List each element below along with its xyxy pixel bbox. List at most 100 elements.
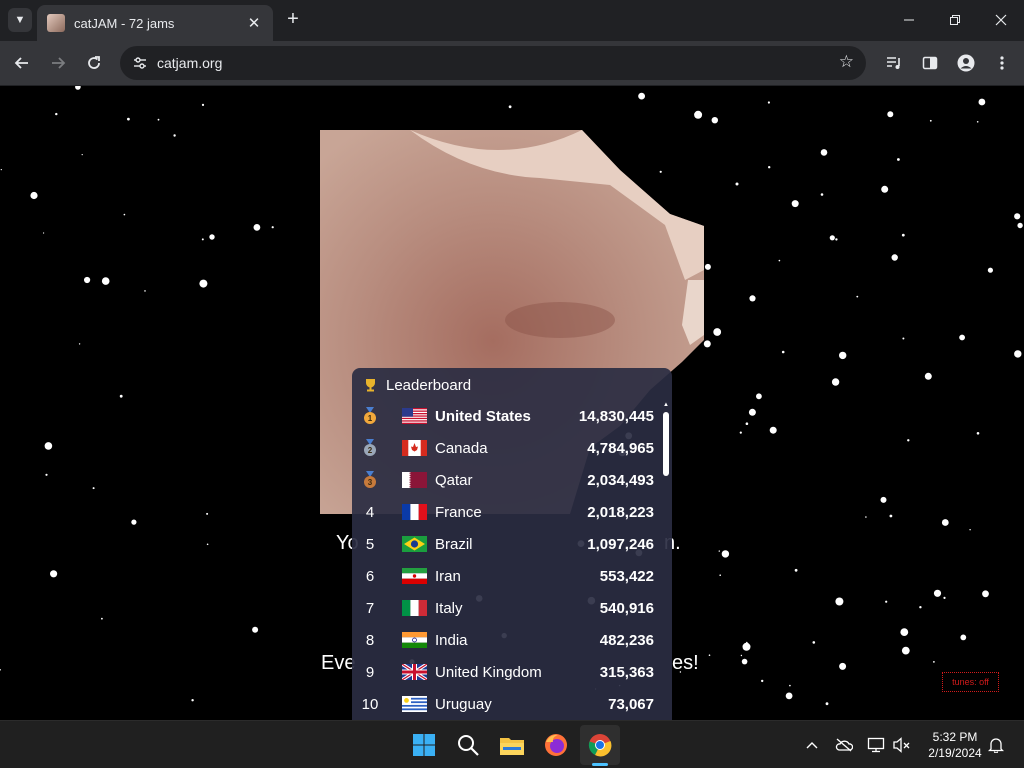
- leaderboard-header: Leaderboard: [364, 375, 471, 395]
- star-particle: [206, 543, 209, 546]
- rank-number: 8: [365, 631, 375, 649]
- leaderboard-row: 8 India 482,236: [352, 624, 662, 656]
- star-particle: [933, 589, 942, 597]
- star-particle: [901, 233, 905, 237]
- new-tab-button[interactable]: +: [282, 8, 304, 32]
- taskbar-search-button[interactable]: [448, 725, 488, 765]
- gold-medal-icon: 1: [362, 407, 378, 425]
- minimize-button[interactable]: [886, 0, 932, 40]
- star-particle: [769, 426, 777, 434]
- catjam-favicon-icon: [47, 14, 65, 32]
- star-particle: [206, 512, 209, 515]
- star-particle: [50, 570, 58, 578]
- star-particle: [897, 158, 900, 161]
- global-text-left: Eve: [321, 652, 356, 674]
- back-arrow-icon: [14, 57, 28, 69]
- star-particle: [835, 597, 844, 606]
- star-particle: [271, 226, 274, 229]
- leaderboard-row: 2 Canada 4,784,965: [352, 432, 662, 464]
- system-clock[interactable]: 5:32 PM 2/19/2024: [920, 729, 990, 761]
- chrome-button[interactable]: [580, 725, 620, 765]
- star-particle: [157, 118, 160, 121]
- tune-icon: [134, 57, 146, 69]
- country-name: Italy: [435, 599, 463, 617]
- star-particle: [976, 432, 980, 435]
- star-particle: [941, 519, 949, 526]
- star-particle: [252, 626, 259, 633]
- leaderboard-scrollbar[interactable]: ▲: [663, 402, 669, 720]
- media-button[interactable]: [880, 49, 908, 77]
- star-particle: [880, 496, 887, 503]
- jam-count: 14,830,445: [578, 407, 654, 425]
- start-button[interactable]: [404, 725, 444, 765]
- star-particle: [889, 514, 893, 518]
- star-particle: [43, 232, 45, 234]
- close-icon: [995, 14, 1007, 26]
- jam-count: 4,784,965: [587, 439, 654, 457]
- country-name: Brazil: [435, 535, 473, 553]
- star-particle: [825, 702, 829, 706]
- star-particle: [820, 149, 828, 156]
- star-particle: [719, 574, 721, 576]
- star-particle: [638, 92, 645, 100]
- rank-number: 9: [365, 663, 375, 681]
- star-particle: [829, 235, 835, 241]
- star-particle: [943, 596, 946, 599]
- star-particle: [740, 654, 743, 657]
- browser-tab[interactable]: catJAM - 72 jams ✕: [37, 5, 273, 41]
- restore-button[interactable]: [932, 0, 978, 40]
- chevron-down-icon: ▼: [14, 14, 26, 26]
- side-panel-button[interactable]: [916, 49, 944, 77]
- star-particle: [978, 98, 986, 106]
- bookmark-button[interactable]: ☆: [839, 52, 854, 72]
- star-particle: [933, 661, 935, 663]
- site-info-button[interactable]: [128, 51, 152, 75]
- file-explorer-icon: [500, 738, 524, 755]
- onedrive-button[interactable]: [834, 735, 854, 755]
- media-playlist-icon: [887, 57, 900, 69]
- firefox-button[interactable]: [536, 725, 576, 765]
- notifications-button[interactable]: [986, 735, 1006, 755]
- country-name: United Kingdom: [435, 663, 542, 681]
- flag-uruguay-icon: [402, 696, 427, 712]
- star-particle: [987, 267, 994, 273]
- scrollbar-thumb[interactable]: [663, 412, 669, 476]
- browser-menu-button[interactable]: [988, 49, 1016, 77]
- star-particle: [756, 393, 762, 400]
- star-particle: [703, 340, 711, 348]
- web-page: Yo n. Eve es! tunes: off Leaderboard 1 Un…: [0, 86, 1024, 720]
- network-button[interactable]: [866, 735, 886, 755]
- forward-button[interactable]: [44, 49, 72, 77]
- volume-button[interactable]: [892, 735, 912, 755]
- tab-close-button[interactable]: ✕: [245, 14, 263, 32]
- star-particle: [856, 295, 859, 298]
- flag-united-kingdom-icon: [402, 664, 427, 680]
- tab-search-button[interactable]: ▼: [8, 8, 32, 32]
- leaderboard-row: 4 France 2,018,223: [352, 496, 662, 528]
- show-hidden-icons-button[interactable]: [802, 735, 822, 755]
- star-particle: [718, 550, 720, 552]
- file-explorer-button[interactable]: [492, 725, 532, 765]
- tunes-toggle-button[interactable]: tunes: off: [942, 672, 999, 692]
- star-particle: [84, 276, 91, 284]
- star-particle: [735, 182, 739, 186]
- leaderboard-title: Leaderboard: [386, 376, 472, 394]
- profile-button[interactable]: [952, 49, 980, 77]
- star-particle: [708, 654, 711, 656]
- star-particle: [0, 169, 2, 171]
- jam-count: 315,363: [599, 663, 654, 681]
- star-particle: [209, 234, 215, 240]
- star-particle: [30, 191, 38, 200]
- star-particle: [982, 590, 989, 598]
- close-window-button[interactable]: [978, 0, 1024, 40]
- scroll-up-arrow-icon[interactable]: ▲: [663, 402, 669, 408]
- address-bar[interactable]: catjam.org ☆: [120, 46, 866, 80]
- reload-button[interactable]: [80, 49, 108, 77]
- url-text[interactable]: catjam.org: [157, 55, 222, 71]
- bronze-medal-icon: 3: [362, 471, 378, 489]
- svg-text:2: 2: [368, 446, 373, 455]
- star-particle: [0, 669, 1, 671]
- back-button[interactable]: [8, 49, 36, 77]
- plus-icon: +: [287, 8, 299, 30]
- star-particle: [839, 662, 847, 670]
